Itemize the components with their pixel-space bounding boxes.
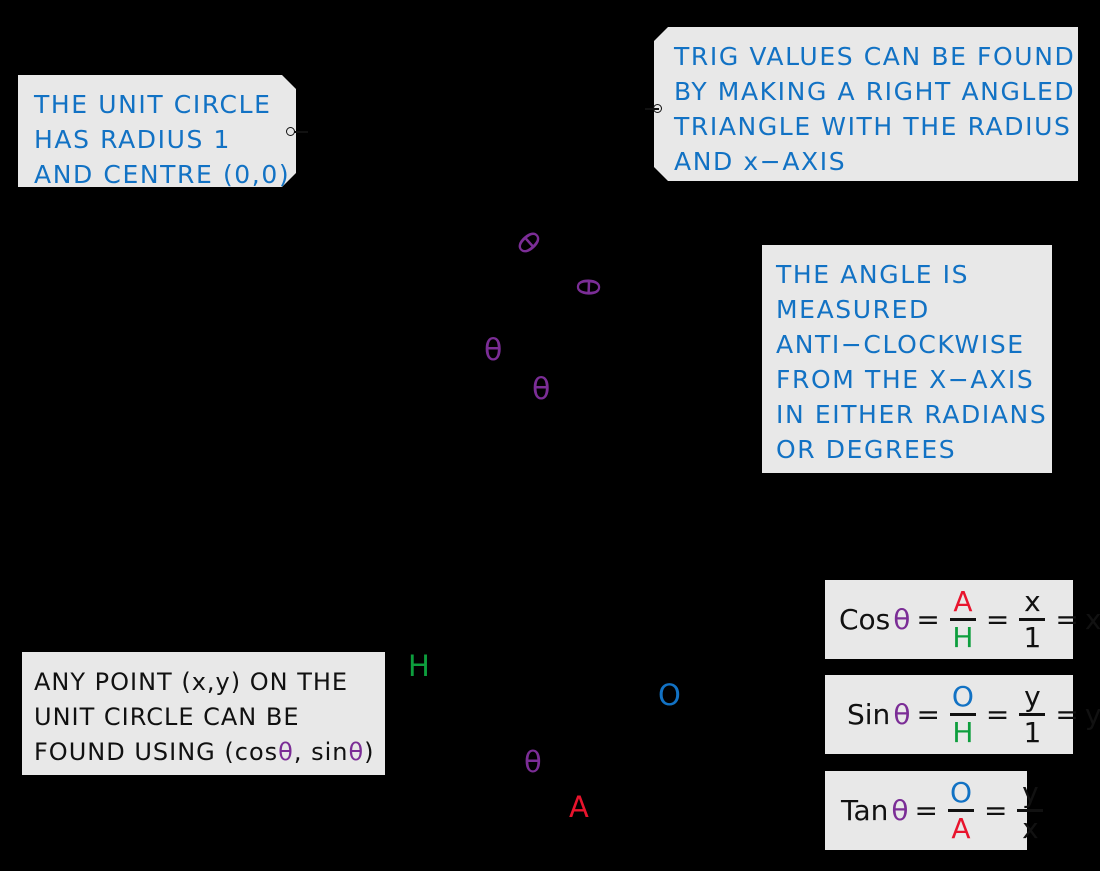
cos-equals-3: = bbox=[1055, 603, 1079, 636]
tan-numerator-y: y bbox=[1022, 775, 1039, 809]
sin-denominator-hypotenuse: H bbox=[952, 715, 974, 749]
theta-angle-mid-left: θ bbox=[484, 333, 503, 368]
sin-equals-2: = bbox=[985, 698, 1010, 731]
tan-denominator-x: x bbox=[1022, 811, 1039, 845]
any-point-line-1: ANY POINT (x,y) ON THE bbox=[34, 668, 349, 696]
cos-numerator-adjacent: A bbox=[953, 584, 973, 618]
sin-equals-3: = bbox=[1055, 698, 1079, 731]
theta-angle-lower-triangle: θ bbox=[524, 745, 542, 779]
any-point-line-3: FOUND USING (cosθ, sinθ) bbox=[34, 735, 385, 770]
theta-symbol-cos: θ bbox=[278, 738, 294, 766]
formula-box-cos: Cos θ = A H = x 1 = x bbox=[825, 580, 1100, 659]
tan-equals-1: = bbox=[914, 794, 938, 827]
any-point-line-3-suffix: ) bbox=[364, 738, 375, 766]
label-hypotenuse-h: H bbox=[408, 649, 430, 683]
tan-denominator-adjacent: A bbox=[951, 811, 971, 845]
tan-numerator-opposite: O bbox=[949, 775, 972, 809]
label-adjacent-a: A bbox=[569, 790, 589, 824]
label-opposite-o: O bbox=[658, 678, 681, 712]
tan-equals-2: = bbox=[983, 794, 1008, 827]
diagram-canvas: THE UNIT CIRCLE HAS RADIUS 1 AND CENTRE … bbox=[0, 0, 1100, 871]
sin-fraction-values: y 1 bbox=[1019, 679, 1046, 749]
tan-fraction-ratio: O A bbox=[947, 775, 974, 845]
formula-box-tan: Tan θ = O A = y x bbox=[825, 771, 1044, 850]
cos-equals-2: = bbox=[985, 603, 1010, 636]
callout-any-point-on-unit-circle: ANY POINT (x,y) ON THE UNIT CIRCLE CAN B… bbox=[22, 652, 385, 775]
any-point-line-3-middle: , sin bbox=[293, 738, 349, 766]
callout-angle-measurement: THE ANGLE IS MEASURED ANTI−CLOCKWISE FRO… bbox=[762, 245, 1052, 473]
theta-symbol-sin: θ bbox=[348, 738, 365, 766]
sin-numerator-opposite: O bbox=[951, 679, 974, 713]
formula-box-sin: Sin θ = O H = y 1 = y bbox=[825, 675, 1100, 754]
cos-numerator-x: x bbox=[1024, 584, 1041, 618]
formula-row-cos: Cos θ = A H = x 1 = x bbox=[839, 584, 1100, 654]
theta-angle-upper-right: θ bbox=[568, 277, 605, 297]
formula-row-tan: Tan θ = O A = y x bbox=[841, 775, 1047, 845]
callout-connector-dot-unit-circle bbox=[286, 127, 295, 136]
theta-angle-mid-right: θ bbox=[532, 372, 551, 407]
cos-denominator-one: 1 bbox=[1023, 620, 1042, 654]
any-point-line-2: UNIT CIRCLE CAN BE bbox=[34, 703, 300, 731]
callout-connector-dot-trig-values bbox=[653, 104, 662, 113]
callout-connector-line-unit-circle bbox=[294, 131, 308, 133]
sin-result: y bbox=[1084, 698, 1100, 731]
sin-numerator-y: y bbox=[1024, 679, 1041, 713]
formula-row-sin: Sin θ = O H = y 1 = y bbox=[847, 679, 1100, 749]
cos-denominator-hypotenuse: H bbox=[952, 620, 974, 654]
sin-function-label: Sin bbox=[847, 698, 891, 731]
tan-theta-symbol: θ bbox=[891, 794, 909, 827]
any-point-line-3-prefix: FOUND USING (cos bbox=[34, 738, 279, 766]
tan-fraction-values: y x bbox=[1017, 775, 1044, 845]
sin-theta-symbol: θ bbox=[893, 698, 911, 731]
cos-fraction-ratio: A H bbox=[949, 584, 976, 654]
cos-fraction-values: x 1 bbox=[1019, 584, 1046, 654]
cos-result: x bbox=[1084, 603, 1100, 636]
theta-angle-upper-left: θ bbox=[508, 225, 547, 263]
callout-trig-values-method: TRIG VALUES CAN BE FOUND BY MAKING A RIG… bbox=[654, 27, 1078, 181]
cos-equals-1: = bbox=[916, 603, 940, 636]
tan-function-label: Tan bbox=[841, 794, 889, 827]
sin-equals-1: = bbox=[916, 698, 940, 731]
sin-fraction-ratio: O H bbox=[949, 679, 976, 749]
cos-theta-symbol: θ bbox=[893, 603, 911, 636]
sin-denominator-one: 1 bbox=[1023, 715, 1042, 749]
callout-unit-circle-definition: THE UNIT CIRCLE HAS RADIUS 1 AND CENTRE … bbox=[18, 75, 296, 187]
cos-function-label: Cos bbox=[839, 603, 891, 636]
